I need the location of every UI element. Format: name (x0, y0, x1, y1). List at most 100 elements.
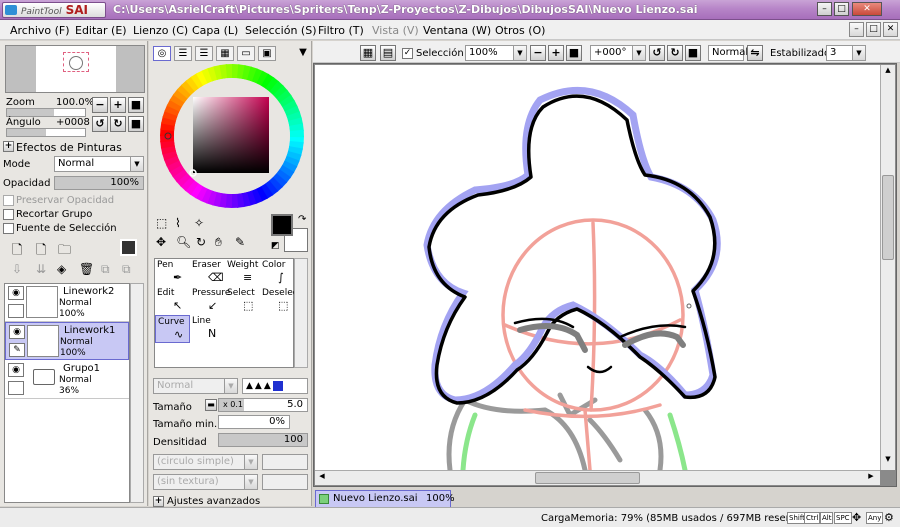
size-slider[interactable]: x 0.1 5.0 (218, 398, 308, 412)
eye-icon[interactable]: ◉ (8, 363, 24, 377)
toolbar-zoom-reset-button[interactable]: ■ (566, 45, 582, 61)
tool-eraser[interactable]: Eraser ⌫ (190, 259, 225, 287)
zoom-in-button[interactable]: + (110, 97, 126, 113)
scratchpad-tab[interactable]: ▭ (237, 46, 255, 61)
clip-group-checkbox[interactable] (3, 209, 14, 220)
swap-colors-icon[interactable]: ↷ (298, 214, 306, 225)
lock-slot[interactable] (8, 304, 24, 318)
brush-shape-amount[interactable] (262, 454, 308, 470)
rotate-reset-button[interactable]: ■ (128, 116, 144, 132)
new-layer-icon[interactable]: 🗋 (12, 241, 22, 263)
eye-icon[interactable]: ◉ (8, 286, 24, 300)
toolbar-angle-select[interactable]: +000° ▼ (590, 45, 646, 61)
panel-menu-arrow[interactable]: ▼ (294, 46, 312, 61)
tool-weight[interactable]: Weight ≡ (225, 259, 260, 287)
tool-pen[interactable]: Pen ✒ (155, 259, 190, 287)
selection-source-checkbox[interactable] (3, 223, 14, 234)
toolbar-blend-select[interactable]: Normal (708, 45, 748, 61)
hand-icon[interactable]: ✋︎ (215, 235, 222, 250)
toolbar-flip-button[interactable]: ⇋ (747, 45, 763, 61)
menu-capa[interactable]: Capa (L) (192, 24, 238, 37)
tool-pressure[interactable]: Pressure ↙ (190, 287, 230, 315)
canvas-horizontal-scrollbar[interactable]: ◀ ▶ (315, 470, 880, 485)
layer-item-linework1[interactable]: ◉ ✎ Linework1 Normal 100% (5, 322, 129, 360)
eyedropper-icon[interactable]: ✎ (235, 235, 245, 249)
tool-curve[interactable]: Curve ∿ (155, 315, 190, 343)
document-tab[interactable]: Nuevo Lienzo.sai 100% (315, 490, 455, 508)
menu-archivo[interactable]: Archivo (F) (10, 24, 70, 37)
rotate-right-button[interactable]: ↻ (110, 116, 126, 132)
tool-deselect[interactable]: Deselect ⬚ (260, 287, 301, 315)
zoom-icon[interactable]: 🔍︎ (176, 235, 191, 249)
layer-item-grupo1[interactable]: ◉ Grupo1 Normal 36% (5, 361, 129, 399)
menu-lienzo[interactable]: Lienzo (C) (133, 24, 188, 37)
menu-editar[interactable]: Editar (E) (75, 24, 127, 37)
zoom-out-button[interactable]: − (92, 97, 108, 113)
rect-select-icon[interactable]: ⬚ (156, 216, 167, 230)
tool-select[interactable]: Select ⬚ (225, 287, 260, 315)
toolbar-zoom-select[interactable]: 100% ▼ (465, 45, 527, 61)
menu-vista[interactable]: Vista (V) (372, 24, 419, 37)
close-button[interactable]: ✕ (852, 2, 882, 16)
brush-texture-amount[interactable] (262, 474, 308, 490)
expand-icon[interactable]: + (3, 141, 14, 152)
color-wheel[interactable] (160, 64, 304, 208)
hue-ring-segment[interactable] (289, 129, 304, 138)
zoom-reset-button[interactable]: ■ (128, 97, 144, 113)
lock-slot[interactable] (8, 381, 24, 395)
layer-item-linework2[interactable]: ◉ Linework2 Normal 100% (5, 284, 129, 322)
menu-otros[interactable]: Otros (O) (495, 24, 545, 37)
copy-layer-icon[interactable]: ⧉ (101, 262, 110, 277)
swatches-tab[interactable]: ▦ (216, 46, 234, 61)
selection-checkbox[interactable]: ✓ (402, 48, 413, 59)
toolbar-zoom-out-button[interactable]: − (530, 45, 546, 61)
zoom-slider[interactable] (6, 108, 86, 117)
toolbar-rotate-right-button[interactable]: ↻ (667, 45, 683, 61)
layer-mask-icon[interactable] (120, 239, 137, 256)
size-multiplier-button[interactable]: ▬ (205, 399, 217, 411)
palette-tab[interactable]: ▣ (258, 46, 276, 61)
toolbar-rotate-left-button[interactable]: ↺ (649, 45, 665, 61)
scroll-right-arrow[interactable]: ▶ (865, 472, 877, 484)
toolbar-select-mode-button[interactable]: ▦ (360, 45, 376, 61)
toolbar-rotate-reset-button[interactable]: ■ (685, 45, 701, 61)
horizontal-scroll-thumb[interactable] (535, 472, 640, 484)
hsv-sliders-tab[interactable]: ☰ (195, 46, 213, 61)
tool-line[interactable]: Line N (190, 315, 225, 343)
blend-mode-select[interactable]: Normal ▼ (54, 156, 144, 172)
canvas-vertical-scrollbar[interactable]: ▲ ▼ (880, 65, 895, 470)
color-wheel-tab[interactable]: ◎ (153, 46, 171, 61)
clear-layer-icon[interactable]: ◈ (57, 262, 66, 276)
trash-icon[interactable]: 🗑 (79, 262, 94, 276)
mdi-close-button[interactable]: ✕ (883, 22, 898, 37)
navigator-preview[interactable] (5, 45, 145, 93)
menu-filtro[interactable]: Filtro (T) (318, 24, 364, 37)
minimize-button[interactable]: – (817, 2, 832, 16)
preserve-opacity-checkbox[interactable] (3, 195, 14, 206)
settings-gear-icon[interactable]: ⚙ (884, 511, 894, 524)
stabilizer-select[interactable]: 3 ▼ (826, 45, 866, 61)
eye-icon[interactable]: ◉ (9, 325, 25, 339)
opacity-slider[interactable]: 100% (54, 176, 144, 190)
merge-visible-icon[interactable]: ⧉ (122, 262, 131, 277)
toolbar-deselect-button[interactable]: ▤ (380, 45, 396, 61)
rgb-sliders-tab[interactable]: ☰ (174, 46, 192, 61)
lasso-icon[interactable]: ⌇ (175, 216, 181, 230)
tool-edit[interactable]: Edit ↖ (155, 287, 190, 315)
layer-list-scrollbar[interactable] (130, 283, 144, 503)
brush-tip-shapes[interactable]: ▲▲▲■ (242, 378, 308, 394)
scroll-down-arrow[interactable]: ▼ (882, 455, 894, 467)
move-icon[interactable]: ✥ (156, 235, 166, 249)
toolbar-zoom-in-button[interactable]: + (548, 45, 564, 61)
maximize-button[interactable]: □ (834, 2, 849, 16)
angle-slider[interactable] (6, 128, 86, 137)
transfer-down-icon[interactable]: ⇩ (12, 262, 22, 276)
merge-down-icon[interactable]: ⇊ (36, 262, 46, 276)
mdi-restore-button[interactable]: □ (866, 22, 881, 37)
pen-edit-icon[interactable]: ✎ (9, 343, 25, 357)
scroll-left-arrow[interactable]: ◀ (316, 472, 328, 484)
brush-shape-select[interactable]: (circulo simple) ▼ (153, 454, 258, 470)
scroll-up-arrow[interactable]: ▲ (882, 66, 894, 78)
menu-ventana[interactable]: Ventana (W) (423, 24, 491, 37)
new-linework-layer-icon[interactable]: 🗋 (36, 241, 46, 263)
